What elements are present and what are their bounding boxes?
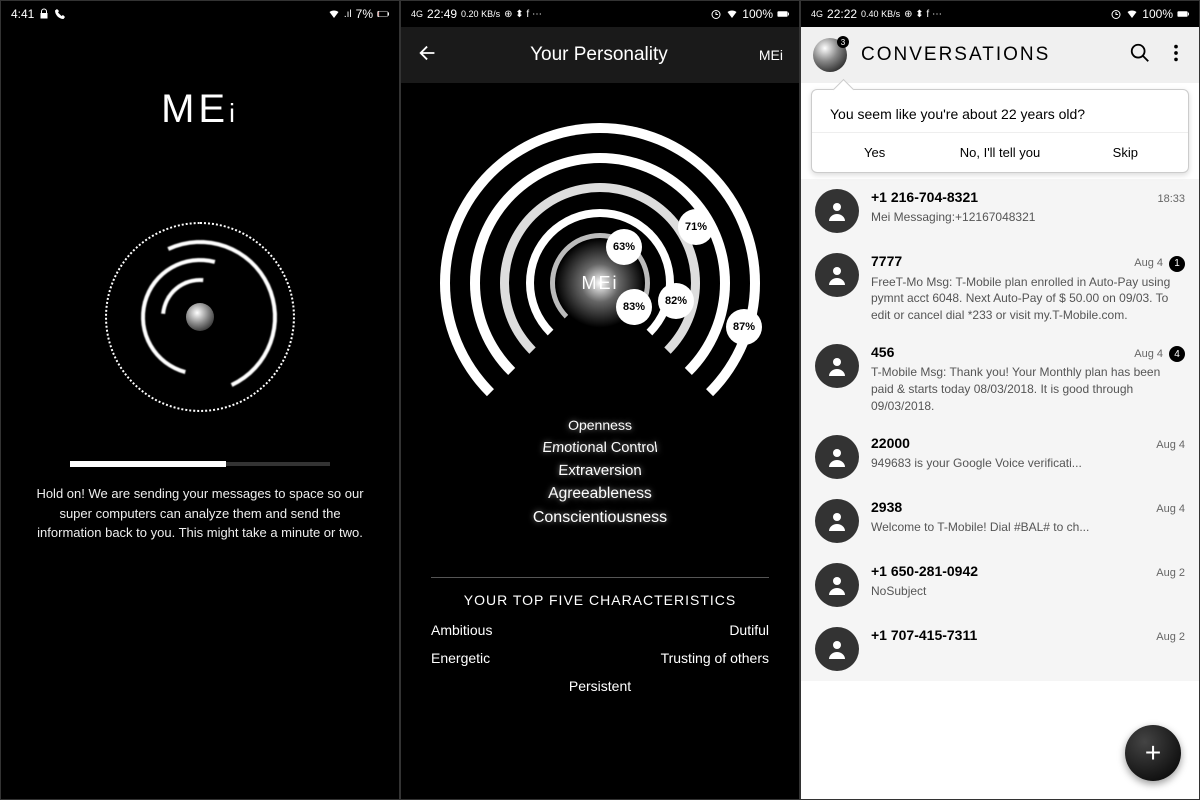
overflow-menu-button[interactable] <box>1165 42 1187 69</box>
char-item: Trusting of others <box>610 650 769 666</box>
conversation-row[interactable]: +1 216-704-8321 18:33 Mei Messaging:+12167… <box>801 179 1199 243</box>
unread-badge: 1 <box>1169 256 1185 272</box>
header: 3 CONVERSATIONS <box>801 27 1199 83</box>
conversation-row[interactable]: +1 650-281-0942 Aug 2 NoSubject <box>801 553 1199 617</box>
popup-question: You seem like you're about 22 years old? <box>812 90 1188 132</box>
conversation-row[interactable]: 456 Aug 4 4 T-Mobile Msg: Thank you! Your M… <box>801 334 1199 425</box>
net-rate: 0.20 KB/s <box>461 9 500 19</box>
avatar <box>815 563 859 607</box>
pct-conscientiousness: 87% <box>726 309 762 345</box>
loading-spinner <box>1 222 399 412</box>
char-item: Energetic <box>431 650 590 666</box>
char-item: Persistent <box>431 678 769 694</box>
battery-level: 7% <box>356 7 373 21</box>
alarm-icon <box>1110 8 1122 20</box>
avatar <box>815 344 859 388</box>
popup-skip-button[interactable]: Skip <box>1063 133 1188 172</box>
pct-openness: 63% <box>606 229 642 265</box>
conversation-row[interactable]: 7777 Aug 4 1 FreeT-Mo Msg: T-Mobile plan en… <box>801 243 1199 334</box>
conversation-time: 18:33 <box>1157 193 1185 205</box>
loading-screen: 4:41 .ıl 7% MEi Hold on! We are sending … <box>0 0 400 800</box>
status-bar: 4G 22:22 0.40 KB/s ⊕ ⬍ f ⋯ 100% <box>801 1 1199 27</box>
status-time: 22:49 <box>427 7 457 21</box>
page-title: Your Personality <box>455 44 743 66</box>
battery-level: 100% <box>1142 7 1173 21</box>
status-bar: 4G 22:49 0.20 KB/s ⊕ ⬍ f ⋯ 100% <box>401 1 799 27</box>
trait-labels: Openness Emotional Control Extraversion … <box>401 415 799 531</box>
conversation-row[interactable]: 22000 Aug 4 949683 is your Google Voice ve… <box>801 425 1199 489</box>
wifi-icon <box>328 8 340 20</box>
pct-emotional: 82% <box>658 283 694 319</box>
conversation-time: Aug 4 <box>1156 503 1185 515</box>
lock-icon <box>38 8 50 20</box>
status-bar: 4:41 .ıl 7% <box>1 1 399 27</box>
conversation-preview: Mei Messaging:+12167048321 <box>871 209 1185 226</box>
char-item: Dutiful <box>610 622 769 638</box>
conversation-time: Aug 4 <box>1134 257 1163 269</box>
popup-yes-button[interactable]: Yes <box>812 133 937 172</box>
orb-badge: 3 <box>837 36 849 48</box>
conversation-name: +1 650-281-0942 <box>871 563 978 579</box>
app-logo: MEi <box>1 87 399 132</box>
header: Your Personality MEi <box>401 27 799 83</box>
conversation-row[interactable]: 2938 Aug 4 Welcome to T-Mobile! Dial #BAL#… <box>801 489 1199 553</box>
avatar <box>815 627 859 671</box>
pct-agreeableness: 71% <box>678 209 714 245</box>
conversation-name: 2938 <box>871 499 902 515</box>
conversation-name: +1 707-415-7311 <box>871 627 977 643</box>
conversation-preview: NoSubject <box>871 583 1185 600</box>
battery-icon <box>377 8 389 20</box>
wifi-icon <box>1126 8 1138 20</box>
alarm-icon <box>710 8 722 20</box>
conversation-preview: FreeT-Mo Msg: T-Mobile plan enrolled in … <box>871 274 1185 324</box>
conversation-name: 7777 <box>871 253 902 269</box>
conversation-name: +1 216-704-8321 <box>871 189 978 205</box>
conversation-time: Aug 2 <box>1156 567 1185 579</box>
avatar <box>815 253 859 297</box>
page-title: CONVERSATIONS <box>861 44 1115 66</box>
compose-fab[interactable]: + <box>1125 725 1181 781</box>
personality-radar: MEi 63% 82% 83% 71% 87% <box>401 113 799 453</box>
battery-level: 100% <box>742 7 773 21</box>
conversation-row[interactable]: +1 707-415-7311 Aug 2 <box>801 617 1199 681</box>
search-button[interactable] <box>1129 42 1151 69</box>
status-time: 22:22 <box>827 7 857 21</box>
conversation-name: 22000 <box>871 435 910 451</box>
header-brand: MEi <box>759 47 783 63</box>
char-item: Ambitious <box>431 622 590 638</box>
conversation-time: Aug 4 <box>1134 348 1163 360</box>
profile-orb[interactable]: 3 <box>813 38 847 72</box>
conversation-time: Aug 2 <box>1156 631 1185 643</box>
pct-extraversion: 83% <box>616 289 652 325</box>
characteristics-section: YOUR TOP FIVE CHARACTERISTICS Ambitious … <box>401 577 799 694</box>
popup-no-button[interactable]: No, I'll tell you <box>937 133 1062 172</box>
net-rate: 0.40 KB/s <box>861 9 900 19</box>
progress-bar <box>70 462 330 466</box>
conversation-preview: 949683 is your Google Voice verificati..… <box>871 455 1185 472</box>
battery-icon <box>777 8 789 20</box>
battery-icon <box>1177 8 1189 20</box>
avatar <box>815 499 859 543</box>
wifi-icon <box>726 8 738 20</box>
avatar <box>815 435 859 479</box>
personality-screen: 4G 22:49 0.20 KB/s ⊕ ⬍ f ⋯ 100% Your Per… <box>400 0 800 800</box>
back-button[interactable] <box>417 42 439 69</box>
phone-icon <box>54 8 66 20</box>
age-question-popup: You seem like you're about 22 years old?… <box>811 89 1189 173</box>
conversation-time: Aug 4 <box>1156 439 1185 451</box>
avatar <box>815 189 859 233</box>
status-time: 4:41 <box>11 7 34 21</box>
characteristics-title: YOUR TOP FIVE CHARACTERISTICS <box>431 592 769 608</box>
conversation-name: 456 <box>871 344 894 360</box>
conversation-preview: T-Mobile Msg: Thank you! Your Monthly pl… <box>871 364 1185 414</box>
unread-badge: 4 <box>1169 346 1185 362</box>
conversations-screen: 4G 22:22 0.40 KB/s ⊕ ⬍ f ⋯ 100% 3 CONVER… <box>800 0 1200 800</box>
loading-message: Hold on! We are sending your messages to… <box>1 466 399 543</box>
conversation-preview: Welcome to T-Mobile! Dial #BAL# to ch... <box>871 519 1185 536</box>
conversation-list[interactable]: +1 216-704-8321 18:33 Mei Messaging:+12167… <box>801 179 1199 681</box>
